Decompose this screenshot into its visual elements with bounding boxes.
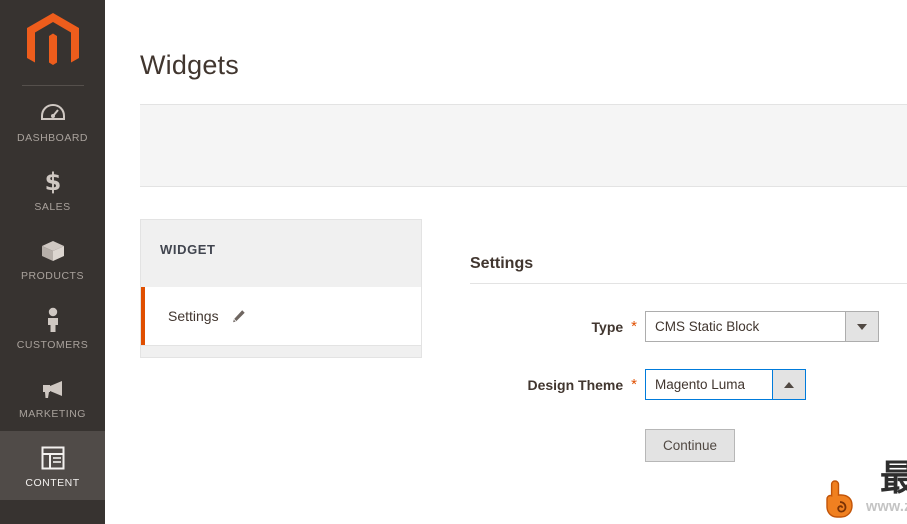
- widget-tab-panel: WIDGET Settings: [140, 219, 422, 358]
- settings-form: Settings Type * CMS Static Block Design …: [470, 255, 907, 462]
- top-panel: [140, 104, 907, 187]
- megaphone-icon: [2, 376, 103, 402]
- magento-logo-icon: [26, 12, 79, 65]
- field-label-cell-design-theme: Design Theme *: [470, 377, 645, 393]
- tab-panel-separator: [140, 277, 422, 287]
- field-row-type: Type * CMS Static Block: [470, 311, 907, 342]
- sidebar-item-label: CONTENT: [25, 477, 80, 489]
- sidebar-item-customers[interactable]: CUSTOMERS: [0, 293, 105, 362]
- sidebar-item-label: PRODUCTS: [21, 270, 84, 282]
- sidebar: DASHBOARD $ SALES PRODUCTS CUSTOMERS MAR…: [0, 0, 105, 524]
- watermark-url: www.zuimoban.com: [865, 498, 907, 515]
- field-label-type: Type: [591, 318, 624, 335]
- sidebar-item-products[interactable]: PRODUCTS: [0, 224, 105, 293]
- settings-section-title: Settings: [470, 255, 907, 284]
- required-marker: *: [631, 376, 637, 393]
- pencil-icon: [231, 309, 246, 324]
- sidebar-item-label: SALES: [34, 201, 71, 213]
- field-row-design-theme: Design Theme * Magento Luma: [470, 369, 907, 400]
- chevron-up-icon[interactable]: [772, 369, 806, 400]
- sidebar-item-label: CUSTOMERS: [16, 339, 89, 351]
- page-title: Widgets: [140, 50, 239, 81]
- dollar-sign-icon: $: [2, 169, 103, 195]
- required-marker: *: [631, 318, 637, 335]
- sidebar-item-marketing[interactable]: MARKETING: [0, 362, 105, 431]
- person-icon: [2, 307, 103, 333]
- tab-panel-footer: [140, 345, 422, 358]
- continue-row: Continue: [470, 429, 907, 462]
- chevron-down-icon[interactable]: [845, 311, 879, 342]
- watermark: 最模板 www.zuimoban.com: [862, 460, 907, 515]
- design-theme-select[interactable]: Magento Luma: [645, 369, 806, 400]
- sidebar-item-content[interactable]: CONTENT: [0, 431, 105, 500]
- dashboard-gauge-icon: [2, 100, 103, 126]
- sidebar-item-dashboard[interactable]: DASHBOARD: [0, 86, 105, 155]
- admin-page: DASHBOARD $ SALES PRODUCTS CUSTOMERS MAR…: [0, 0, 907, 524]
- field-label-design-theme: Design Theme: [527, 376, 624, 393]
- box-package-icon: [2, 238, 103, 264]
- design-theme-select-value[interactable]: Magento Luma: [645, 369, 772, 400]
- field-label-cell-type: Type *: [470, 319, 645, 335]
- sidebar-item-sales[interactable]: $ SALES: [0, 155, 105, 224]
- tab-item-label: Settings: [168, 308, 219, 324]
- svg-text:$: $: [44, 169, 61, 195]
- tab-item-settings[interactable]: Settings: [140, 287, 422, 345]
- main-content: Widgets WIDGET Settings Settings Type * …: [105, 0, 907, 524]
- pointing-hand-cursor: [823, 478, 857, 518]
- layout-panel-icon: [2, 445, 103, 471]
- sidebar-item-label: DASHBOARD: [16, 132, 88, 144]
- sidebar-item-label: MARKETING: [19, 408, 86, 420]
- type-select[interactable]: CMS Static Block: [645, 311, 879, 342]
- magento-logo[interactable]: [0, 0, 105, 85]
- tab-panel-header: WIDGET: [140, 219, 422, 277]
- continue-button[interactable]: Continue: [645, 429, 736, 462]
- watermark-text: 最模板: [879, 458, 907, 499]
- type-select-value[interactable]: CMS Static Block: [645, 311, 845, 342]
